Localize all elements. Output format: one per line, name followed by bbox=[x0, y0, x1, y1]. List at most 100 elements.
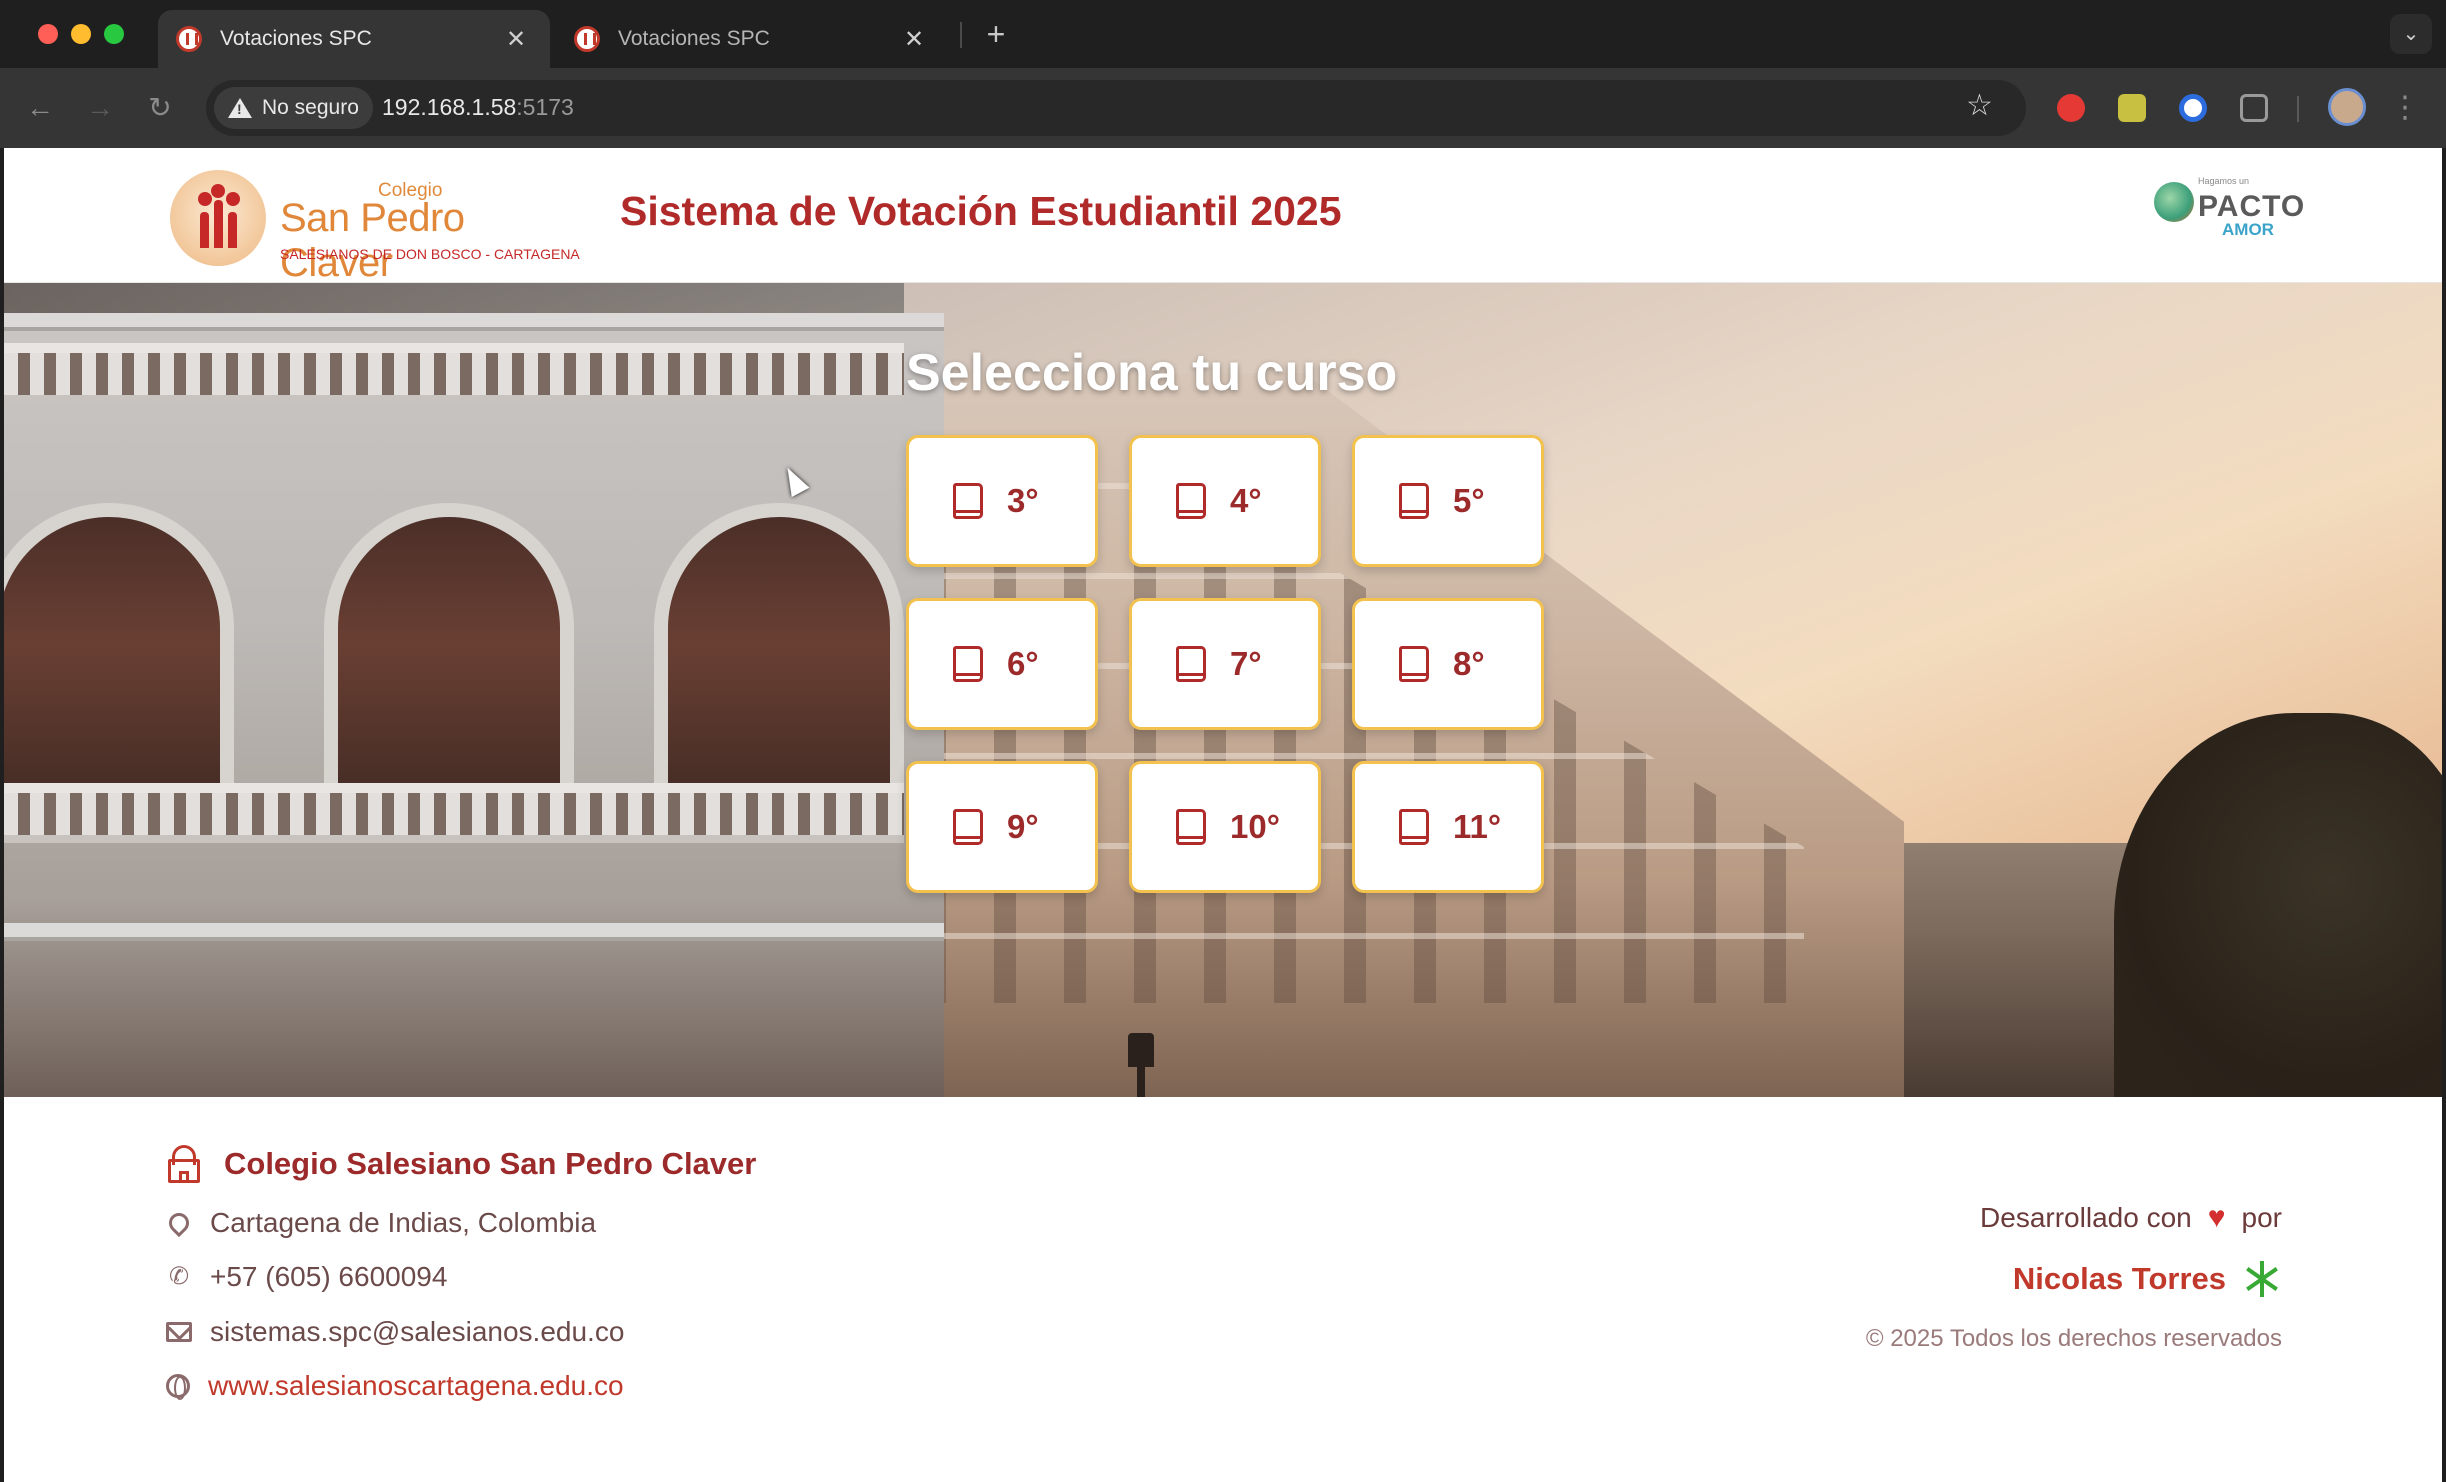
street-lamp bbox=[1128, 1033, 1154, 1067]
building-balustrade bbox=[4, 343, 904, 403]
course-heading: Selecciona tu curso bbox=[906, 344, 1398, 402]
contact-website[interactable]: www.salesianoscartagena.edu.co bbox=[166, 1370, 624, 1402]
browser-toolbar: ← → ↻ No seguro 192.168.1.58:5173 ☆ ⋮ bbox=[0, 68, 2446, 148]
globe-logo-icon bbox=[2154, 182, 2194, 222]
toolbar-separator bbox=[2297, 96, 2299, 122]
site-header: Colegio San Pedro Claver SALESIANOS DE D… bbox=[4, 148, 2442, 285]
street-lamp-post bbox=[1137, 1063, 1145, 1097]
forward-button[interactable]: → bbox=[80, 88, 120, 128]
course-button-10[interactable]: 10° bbox=[1129, 761, 1321, 893]
url-port: :5173 bbox=[516, 94, 574, 120]
tab-close-icon[interactable]: ✕ bbox=[504, 25, 528, 54]
developer-row: Nicolas Torres bbox=[2013, 1259, 2282, 1299]
window-minimize-button[interactable] bbox=[71, 24, 91, 44]
course-label: 4° bbox=[1230, 482, 1262, 519]
school-emblem-icon bbox=[170, 170, 266, 266]
contact-email: sistemas.spc@salesianos.edu.co bbox=[166, 1316, 624, 1348]
tab-search-button[interactable]: ⌄ bbox=[2390, 14, 2432, 54]
book-icon bbox=[1399, 646, 1429, 682]
globe-icon bbox=[166, 1374, 190, 1400]
contact-location: Cartagena de Indias, Colombia bbox=[164, 1207, 597, 1239]
address-bar[interactable]: No seguro 192.168.1.58:5173 ☆ bbox=[206, 80, 2026, 136]
page-viewport: Colegio San Pedro Claver SALESIANOS DE D… bbox=[4, 148, 2442, 1482]
dev-prefix: Desarrollado con bbox=[1980, 1202, 2192, 1233]
course-button-5[interactable]: 5° bbox=[1352, 435, 1544, 567]
course-button-4[interactable]: 4° bbox=[1129, 435, 1321, 567]
developed-with-line: Desarrollado con ♥ por bbox=[1980, 1201, 2282, 1235]
site-footer: Colegio Salesiano San Pedro Claver Carta… bbox=[4, 1097, 2442, 1482]
profile-avatar[interactable] bbox=[2328, 88, 2366, 126]
phone-icon: ✆ bbox=[168, 1263, 190, 1290]
window-close-button[interactable] bbox=[38, 24, 58, 44]
book-icon bbox=[1176, 646, 1206, 682]
hero-section: Selecciona tu curso 3° 4° 5° 6° 7° 8° 9°… bbox=[4, 283, 2442, 1097]
browser-menu-button[interactable]: ⋮ bbox=[2390, 88, 2420, 128]
location-text: Cartagena de Indias, Colombia bbox=[210, 1207, 597, 1238]
page-title: Sistema de Votación Estudiantil 2025 bbox=[620, 188, 1342, 234]
book-icon bbox=[1399, 809, 1429, 845]
book-icon bbox=[1176, 483, 1206, 519]
reload-button[interactable]: ↻ bbox=[140, 88, 180, 128]
school-logo[interactable]: Colegio San Pedro Claver SALESIANOS DE D… bbox=[170, 170, 580, 285]
email-text: sistemas.spc@salesianos.edu.co bbox=[210, 1316, 625, 1347]
extensions-puzzle-icon[interactable] bbox=[2240, 94, 2268, 122]
back-button[interactable]: ← bbox=[20, 88, 60, 128]
building-cornice bbox=[4, 313, 944, 331]
course-label: 9° bbox=[1007, 808, 1039, 845]
course-button-9[interactable]: 9° bbox=[906, 761, 1098, 893]
website-link[interactable]: www.salesianoscartagena.edu.co bbox=[208, 1370, 624, 1402]
tab-separator bbox=[960, 22, 962, 48]
hero-building-left bbox=[4, 313, 944, 1097]
course-label: 11° bbox=[1453, 808, 1502, 845]
amor-word: AMOR bbox=[2222, 220, 2274, 239]
security-chip[interactable]: No seguro bbox=[214, 87, 373, 129]
book-icon bbox=[953, 646, 983, 682]
school-icon bbox=[166, 1145, 202, 1183]
dev-suffix: por bbox=[2241, 1202, 2282, 1233]
tab-close-icon[interactable]: ✕ bbox=[902, 25, 926, 54]
course-label: 7° bbox=[1230, 645, 1262, 682]
contact-phone: ✆ +57 (605) 6600094 bbox=[166, 1261, 448, 1293]
developer-name[interactable]: Nicolas Torres bbox=[2013, 1261, 2226, 1297]
course-label: 8° bbox=[1453, 645, 1485, 682]
mail-icon bbox=[166, 1322, 192, 1342]
copyright-text: © 2025 Todos los derechos reservados bbox=[1865, 1325, 2282, 1352]
adblock-extension-icon[interactable] bbox=[2057, 94, 2085, 122]
building-cornice bbox=[4, 923, 944, 941]
security-label: No seguro bbox=[262, 96, 359, 119]
school-name: Colegio Salesiano San Pedro Claver bbox=[224, 1146, 757, 1181]
phone-text: +57 (605) 6600094 bbox=[210, 1261, 448, 1292]
new-tab-button[interactable]: + bbox=[976, 14, 1016, 54]
heart-icon: ♥ bbox=[2207, 1201, 2226, 1234]
book-icon bbox=[953, 809, 983, 845]
book-icon bbox=[1176, 809, 1206, 845]
extension-icon[interactable] bbox=[2118, 94, 2146, 122]
pacto-small-text: Hagamos un bbox=[2198, 176, 2250, 186]
course-button-11[interactable]: 11° bbox=[1352, 761, 1544, 893]
tab-title: Votaciones SPC bbox=[618, 27, 770, 50]
extension-icon[interactable] bbox=[2179, 94, 2207, 122]
sena-logo-icon bbox=[2242, 1259, 2282, 1299]
course-button-7[interactable]: 7° bbox=[1129, 598, 1321, 730]
browser-tab-active[interactable]: Votaciones SPC ✕ bbox=[158, 10, 550, 68]
browser-tab-strip: Votaciones SPC ✕ Votaciones SPC ✕ + ⌄ bbox=[0, 0, 2446, 68]
browser-tab-inactive[interactable]: Votaciones SPC ✕ bbox=[556, 10, 948, 68]
pacto-word: PACTO bbox=[2198, 190, 2306, 223]
course-button-6[interactable]: 6° bbox=[906, 598, 1098, 730]
book-icon bbox=[1399, 483, 1429, 519]
window-zoom-button[interactable] bbox=[104, 24, 124, 44]
course-label: 6° bbox=[1007, 645, 1039, 682]
favicon-icon bbox=[176, 26, 202, 52]
tab-title: Votaciones SPC bbox=[220, 27, 372, 50]
bookmark-star-icon[interactable]: ☆ bbox=[1966, 88, 1993, 123]
course-button-3[interactable]: 3° bbox=[906, 435, 1098, 567]
url-text[interactable]: 192.168.1.58:5173 bbox=[382, 94, 574, 121]
course-label: 3° bbox=[1007, 482, 1039, 519]
url-host: 192.168.1.58 bbox=[382, 94, 517, 120]
book-icon bbox=[953, 483, 983, 519]
favicon-icon bbox=[574, 26, 600, 52]
course-grid: 3° 4° 5° 6° 7° 8° 9° 10° 11° bbox=[906, 435, 1546, 893]
footer-school: Colegio Salesiano San Pedro Claver bbox=[166, 1145, 756, 1183]
map-pin-icon bbox=[164, 1208, 194, 1238]
course-button-8[interactable]: 8° bbox=[1352, 598, 1544, 730]
